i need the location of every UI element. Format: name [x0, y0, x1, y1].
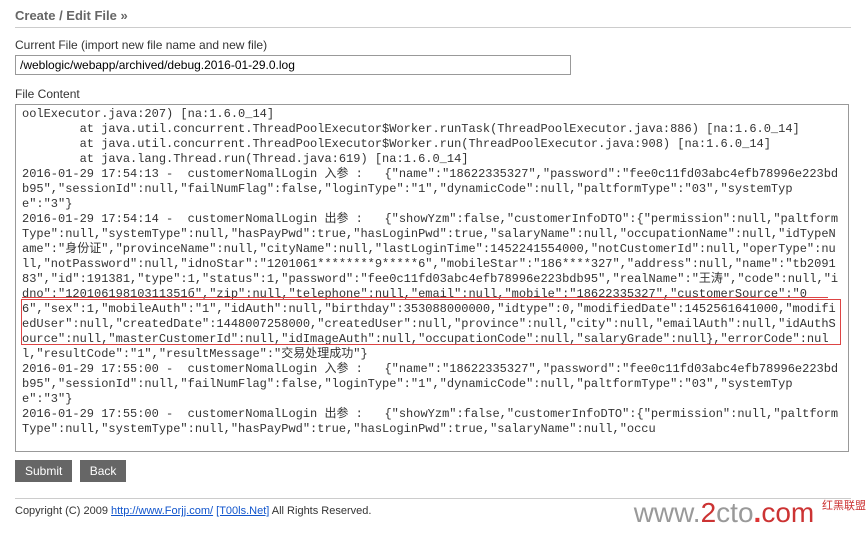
- divider: [15, 27, 851, 28]
- back-button[interactable]: Back: [80, 460, 127, 482]
- file-content-textarea[interactable]: oolExecutor.java:207) [na:1.6.0_14] at j…: [16, 105, 848, 451]
- current-file-label: Current File (import new file name and n…: [15, 38, 851, 52]
- current-file-input[interactable]: [15, 55, 571, 75]
- submit-button[interactable]: Submit: [15, 460, 72, 482]
- file-content-label: File Content: [15, 87, 851, 101]
- file-content-wrapper: oolExecutor.java:207) [na:1.6.0_14] at j…: [15, 104, 849, 452]
- footer-copyright: Copyright (C) 2009: [15, 505, 111, 517]
- footer-link-forjj[interactable]: http://www.Forjj.com/: [111, 505, 213, 517]
- footer: Copyright (C) 2009 http://www.Forjj.com/…: [15, 498, 851, 517]
- footer-link-t00ls[interactable]: [T00ls.Net]: [216, 505, 269, 517]
- footer-rights: All Rights Reserved.: [272, 505, 372, 517]
- breadcrumb: Create / Edit File »: [15, 8, 851, 23]
- button-row: Submit Back: [15, 460, 851, 482]
